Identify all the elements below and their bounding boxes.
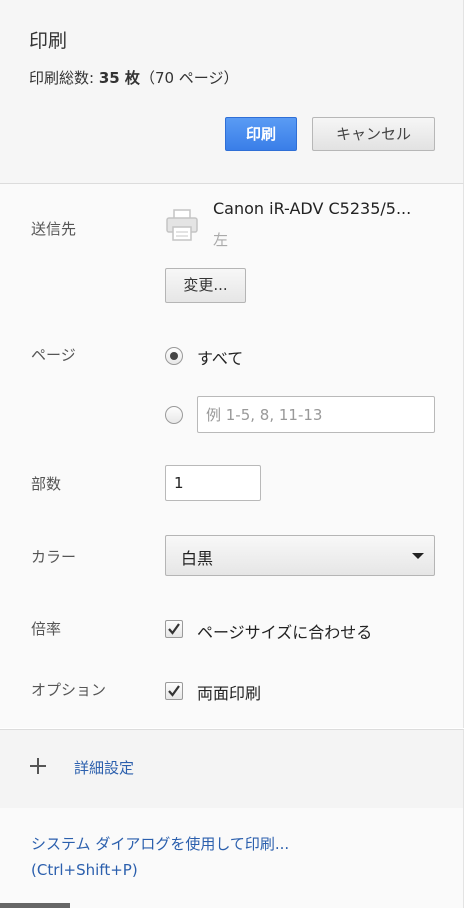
pages-range-input[interactable] <box>197 396 435 433</box>
print-summary: 印刷総数: 35 枚（70 ページ） <box>29 67 239 88</box>
advanced-settings-link[interactable]: 詳細設定 <box>74 757 134 778</box>
destination-label: 送信先 <box>31 220 77 238</box>
system-dialog-link[interactable]: システム ダイアログを使用して印刷... <box>31 833 289 854</box>
checkmark-icon <box>168 623 180 635</box>
footer <box>0 808 464 908</box>
pages-label: ページ <box>31 346 76 364</box>
system-dialog-shortcut: (Ctrl+Shift+P) <box>31 861 138 879</box>
printer-name: Canon iR-ADV C5235/5... <box>213 199 412 218</box>
printer-location: 左 <box>213 231 229 249</box>
options-label: オプション <box>31 681 107 699</box>
copies-label: 部数 <box>31 475 62 493</box>
fit-to-page-label: ページサイズに合わせる <box>197 623 373 642</box>
fit-to-page-checkbox[interactable] <box>165 620 183 638</box>
pages-all-label: すべて <box>197 349 244 368</box>
cancel-button[interactable]: キャンセル <box>312 117 435 151</box>
checkmark-icon <box>168 685 180 697</box>
color-selected-value: 白黒 <box>181 549 214 568</box>
pages-custom-radio[interactable] <box>165 406 183 424</box>
sheet-count: 35 枚 <box>98 69 140 87</box>
color-select[interactable]: 白黒 <box>165 535 435 576</box>
page-count: （70 ページ） <box>139 69 239 87</box>
dropdown-arrow-icon <box>412 553 424 559</box>
scale-label: 倍率 <box>31 620 62 638</box>
plus-icon[interactable] <box>30 758 46 774</box>
print-button[interactable]: 印刷 <box>225 117 297 151</box>
page-title: 印刷 <box>29 30 68 52</box>
summary-prefix: 印刷総数: <box>29 69 99 87</box>
pages-all-radio[interactable] <box>165 347 183 365</box>
advanced-settings-section[interactable] <box>0 729 464 809</box>
duplex-label: 両面印刷 <box>197 684 262 703</box>
scroll-indicator <box>0 903 70 908</box>
printer-icon <box>166 209 198 241</box>
copies-input[interactable] <box>165 465 261 501</box>
settings-panel <box>0 184 464 728</box>
print-header: 印刷 印刷総数: 35 枚（70 ページ） 印刷 キャンセル <box>0 0 464 184</box>
color-label: カラー <box>31 548 77 566</box>
change-destination-button[interactable]: 変更... <box>165 268 246 303</box>
duplex-checkbox[interactable] <box>165 682 183 700</box>
